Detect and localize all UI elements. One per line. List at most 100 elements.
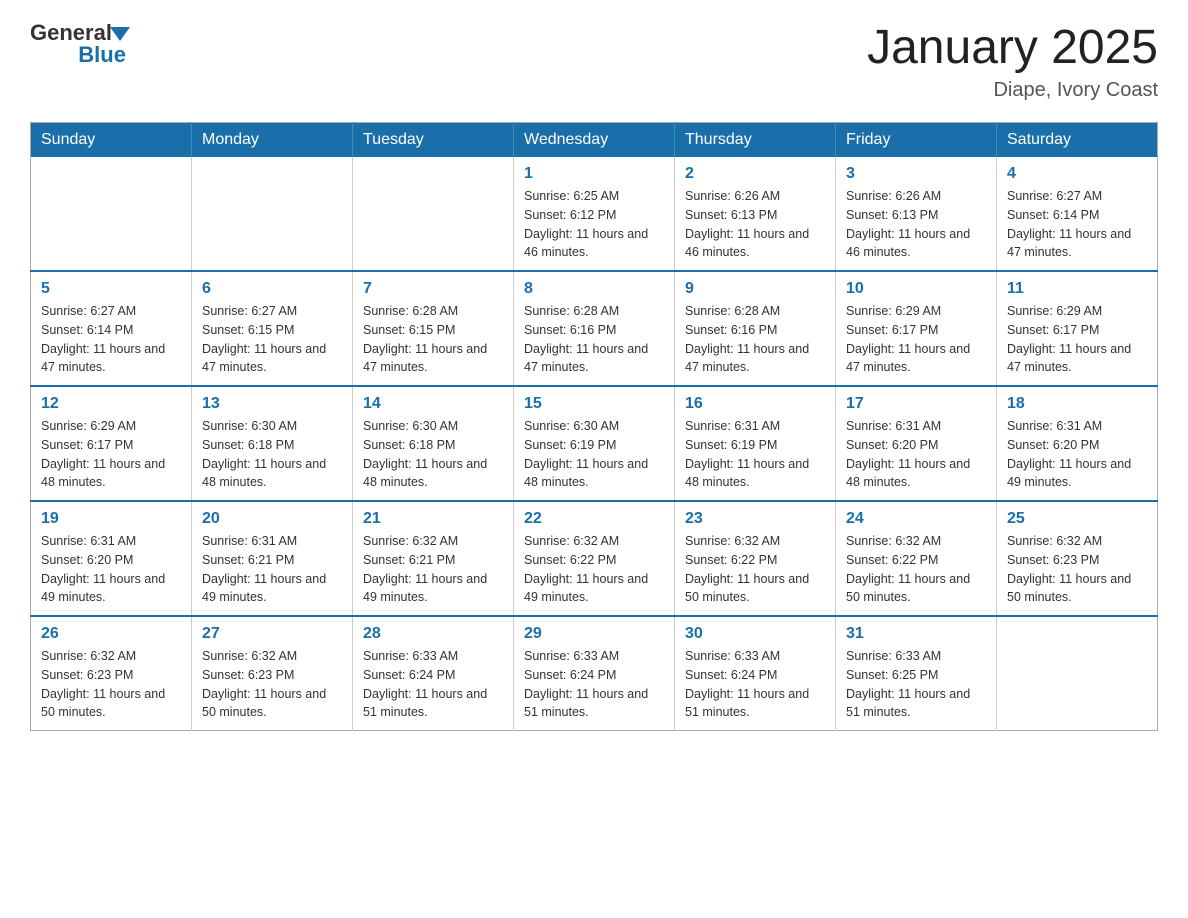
day-info: Sunrise: 6:29 AMSunset: 6:17 PMDaylight:… — [41, 417, 181, 492]
day-cell: 4 Sunrise: 6:27 AMSunset: 6:14 PMDaylight… — [997, 157, 1158, 271]
week-row-3: 12 Sunrise: 6:29 AMSunset: 6:17 PMDayligh… — [31, 386, 1158, 501]
day-cell: 11 Sunrise: 6:29 AMSunset: 6:17 PMDayligh… — [997, 271, 1158, 386]
day-info: Sunrise: 6:33 AMSunset: 6:25 PMDaylight:… — [846, 647, 986, 722]
week-row-2: 5 Sunrise: 6:27 AMSunset: 6:14 PMDaylight… — [31, 271, 1158, 386]
day-cell: 31Sunrise: 6:33 AMSunset: 6:25 PMDayligh… — [836, 616, 997, 731]
day-number: 27 — [202, 625, 342, 643]
day-cell: 28Sunrise: 6:33 AMSunset: 6:24 PMDayligh… — [353, 616, 514, 731]
day-cell: 13 Sunrise: 6:30 AMSunset: 6:18 PMDayligh… — [192, 386, 353, 501]
day-number: 13 — [202, 395, 342, 413]
weekday-header-sunday: Sunday — [31, 123, 192, 158]
day-cell: 24 Sunrise: 6:32 AMSunset: 6:22 PMDayligh… — [836, 501, 997, 616]
day-info: Sunrise: 6:30 AMSunset: 6:18 PMDaylight:… — [363, 417, 503, 492]
day-info: Sunrise: 6:32 AMSunset: 6:23 PMDaylight:… — [1007, 532, 1147, 607]
day-cell: 15 Sunrise: 6:30 AMSunset: 6:19 PMDayligh… — [514, 386, 675, 501]
day-cell: 27Sunrise: 6:32 AMSunset: 6:23 PMDayligh… — [192, 616, 353, 731]
day-number: 16 — [685, 395, 825, 413]
day-number: 6 — [202, 280, 342, 298]
day-info: Sunrise: 6:31 AMSunset: 6:20 PMDaylight:… — [1007, 417, 1147, 492]
logo-blue: Blue — [78, 42, 130, 68]
day-number: 25 — [1007, 510, 1147, 528]
week-row-1: 1 Sunrise: 6:25 AMSunset: 6:12 PMDaylight… — [31, 157, 1158, 271]
day-number: 12 — [41, 395, 181, 413]
logo: General Blue — [30, 20, 130, 68]
day-cell — [31, 157, 192, 271]
day-number: 5 — [41, 280, 181, 298]
day-info: Sunrise: 6:32 AMSunset: 6:21 PMDaylight:… — [363, 532, 503, 607]
day-info: Sunrise: 6:32 AMSunset: 6:22 PMDaylight:… — [685, 532, 825, 607]
day-info: Sunrise: 6:29 AMSunset: 6:17 PMDaylight:… — [846, 302, 986, 377]
weekday-header-wednesday: Wednesday — [514, 123, 675, 158]
day-cell: 21 Sunrise: 6:32 AMSunset: 6:21 PMDayligh… — [353, 501, 514, 616]
day-number: 9 — [685, 280, 825, 298]
day-cell: 5 Sunrise: 6:27 AMSunset: 6:14 PMDaylight… — [31, 271, 192, 386]
day-info: Sunrise: 6:29 AMSunset: 6:17 PMDaylight:… — [1007, 302, 1147, 377]
day-cell: 30Sunrise: 6:33 AMSunset: 6:24 PMDayligh… — [675, 616, 836, 731]
day-info: Sunrise: 6:32 AMSunset: 6:22 PMDaylight:… — [846, 532, 986, 607]
day-number: 1 — [524, 165, 664, 183]
day-info: Sunrise: 6:31 AMSunset: 6:20 PMDaylight:… — [846, 417, 986, 492]
day-number: 17 — [846, 395, 986, 413]
day-cell: 10Sunrise: 6:29 AMSunset: 6:17 PMDayligh… — [836, 271, 997, 386]
day-number: 15 — [524, 395, 664, 413]
day-cell: 2Sunrise: 6:26 AMSunset: 6:13 PMDaylight… — [675, 157, 836, 271]
day-cell — [192, 157, 353, 271]
day-info: Sunrise: 6:32 AMSunset: 6:22 PMDaylight:… — [524, 532, 664, 607]
day-number: 29 — [524, 625, 664, 643]
day-cell: 14Sunrise: 6:30 AMSunset: 6:18 PMDayligh… — [353, 386, 514, 501]
day-number: 28 — [363, 625, 503, 643]
day-number: 3 — [846, 165, 986, 183]
day-info: Sunrise: 6:33 AMSunset: 6:24 PMDaylight:… — [685, 647, 825, 722]
day-info: Sunrise: 6:25 AMSunset: 6:12 PMDaylight:… — [524, 187, 664, 262]
day-cell: 12 Sunrise: 6:29 AMSunset: 6:17 PMDayligh… — [31, 386, 192, 501]
day-info: Sunrise: 6:27 AMSunset: 6:14 PMDaylight:… — [41, 302, 181, 377]
day-number: 24 — [846, 510, 986, 528]
day-cell: 19 Sunrise: 6:31 AMSunset: 6:20 PMDayligh… — [31, 501, 192, 616]
day-number: 26 — [41, 625, 181, 643]
day-info: Sunrise: 6:30 AMSunset: 6:19 PMDaylight:… — [524, 417, 664, 492]
day-info: Sunrise: 6:28 AMSunset: 6:16 PMDaylight:… — [685, 302, 825, 377]
day-info: Sunrise: 6:27 AMSunset: 6:14 PMDaylight:… — [1007, 187, 1147, 262]
day-cell: 7Sunrise: 6:28 AMSunset: 6:15 PMDaylight… — [353, 271, 514, 386]
day-cell — [997, 616, 1158, 731]
day-number: 8 — [524, 280, 664, 298]
day-cell: 6 Sunrise: 6:27 AMSunset: 6:15 PMDaylight… — [192, 271, 353, 386]
weekday-header-saturday: Saturday — [997, 123, 1158, 158]
calendar-subtitle: Diape, Ivory Coast — [867, 79, 1158, 102]
day-cell: 25 Sunrise: 6:32 AMSunset: 6:23 PMDayligh… — [997, 501, 1158, 616]
title-area: January 2025 Diape, Ivory Coast — [867, 20, 1158, 102]
day-cell: 17 Sunrise: 6:31 AMSunset: 6:20 PMDayligh… — [836, 386, 997, 501]
weekday-header-thursday: Thursday — [675, 123, 836, 158]
day-number: 19 — [41, 510, 181, 528]
logo-arrow-icon — [110, 27, 130, 41]
day-info: Sunrise: 6:31 AMSunset: 6:20 PMDaylight:… — [41, 532, 181, 607]
day-number: 4 — [1007, 165, 1147, 183]
day-cell: 18 Sunrise: 6:31 AMSunset: 6:20 PMDayligh… — [997, 386, 1158, 501]
header: General Blue January 2025 Diape, Ivory C… — [30, 20, 1158, 102]
weekday-header-friday: Friday — [836, 123, 997, 158]
day-number: 18 — [1007, 395, 1147, 413]
day-info: Sunrise: 6:27 AMSunset: 6:15 PMDaylight:… — [202, 302, 342, 377]
day-info: Sunrise: 6:28 AMSunset: 6:15 PMDaylight:… — [363, 302, 503, 377]
day-info: Sunrise: 6:31 AMSunset: 6:21 PMDaylight:… — [202, 532, 342, 607]
week-row-5: 26Sunrise: 6:32 AMSunset: 6:23 PMDayligh… — [31, 616, 1158, 731]
day-info: Sunrise: 6:26 AMSunset: 6:13 PMDaylight:… — [846, 187, 986, 262]
day-cell: 22 Sunrise: 6:32 AMSunset: 6:22 PMDayligh… — [514, 501, 675, 616]
day-number: 22 — [524, 510, 664, 528]
day-number: 20 — [202, 510, 342, 528]
day-info: Sunrise: 6:30 AMSunset: 6:18 PMDaylight:… — [202, 417, 342, 492]
weekday-header-monday: Monday — [192, 123, 353, 158]
day-cell: 20 Sunrise: 6:31 AMSunset: 6:21 PMDayligh… — [192, 501, 353, 616]
day-cell: 3 Sunrise: 6:26 AMSunset: 6:13 PMDaylight… — [836, 157, 997, 271]
weekday-header-tuesday: Tuesday — [353, 123, 514, 158]
day-cell: 26Sunrise: 6:32 AMSunset: 6:23 PMDayligh… — [31, 616, 192, 731]
day-info: Sunrise: 6:33 AMSunset: 6:24 PMDaylight:… — [524, 647, 664, 722]
calendar-table: SundayMondayTuesdayWednesdayThursdayFrid… — [30, 122, 1158, 731]
day-cell: 8Sunrise: 6:28 AMSunset: 6:16 PMDaylight… — [514, 271, 675, 386]
day-number: 11 — [1007, 280, 1147, 298]
day-number: 23 — [685, 510, 825, 528]
day-number: 21 — [363, 510, 503, 528]
calendar-title: January 2025 — [867, 20, 1158, 75]
day-cell: 23 Sunrise: 6:32 AMSunset: 6:22 PMDayligh… — [675, 501, 836, 616]
day-cell: 29 Sunrise: 6:33 AMSunset: 6:24 PMDayligh… — [514, 616, 675, 731]
